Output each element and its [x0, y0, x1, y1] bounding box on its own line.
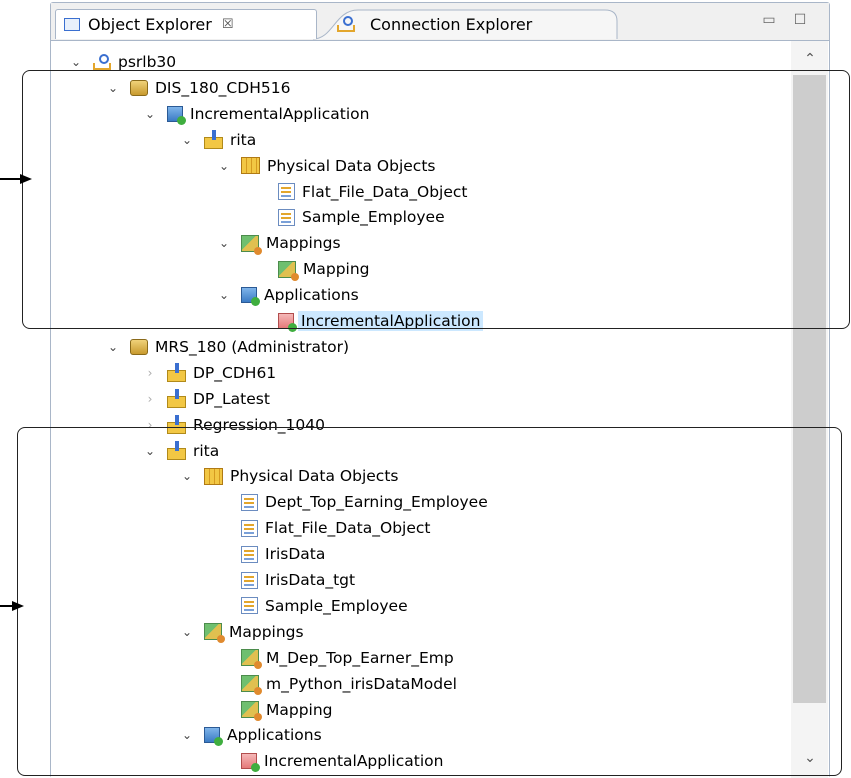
scroll-up-icon[interactable]: ⌃ [801, 51, 819, 67]
tab-connection-explorer[interactable]: Connection Explorer [323, 9, 631, 39]
tab-object-explorer-label: Object Explorer [88, 15, 212, 34]
chevron-down-icon[interactable]: ⌄ [106, 340, 120, 354]
annotation-arrowhead-1 [20, 174, 32, 184]
maximize-icon[interactable]: ☐ [789, 11, 811, 29]
tree-node-label: psrlb30 [118, 53, 177, 71]
chevron-right-icon[interactable]: › [143, 392, 157, 406]
tree-node[interactable]: › DP_CDH61 [143, 360, 276, 386]
chevron-right-icon[interactable]: › [143, 366, 157, 380]
minimize-icon[interactable]: ▭ [758, 11, 780, 29]
object-explorer-icon [64, 18, 80, 31]
tree-node-label: DP_CDH61 [193, 363, 277, 382]
annotation-box-mrs [17, 427, 842, 776]
close-tab-icon[interactable]: ☒ [222, 17, 234, 32]
project-icon [167, 362, 186, 382]
annotation-arrowhead-2 [12, 601, 24, 611]
tree-node[interactable]: ⌄ MRS_180 (Administrator) [106, 334, 349, 360]
repository-icon [130, 338, 148, 355]
chevron-down-icon[interactable]: ⌄ [69, 55, 83, 69]
domain-icon [93, 54, 111, 70]
tab-connection-explorer-label: Connection Explorer [370, 14, 533, 34]
connection-explorer-icon [337, 16, 355, 32]
tree-node-label: DP_Latest [193, 389, 270, 408]
tab-bar: Object Explorer ☒ Connection Explorer ▭ … [51, 3, 829, 41]
project-icon [167, 388, 186, 408]
tree-node[interactable]: › DP_Latest [143, 386, 270, 412]
tab-object-explorer[interactable]: Object Explorer ☒ [55, 9, 317, 39]
tree-node-label: MRS_180 (Administrator) [155, 337, 349, 356]
annotation-box-dis [22, 70, 850, 329]
